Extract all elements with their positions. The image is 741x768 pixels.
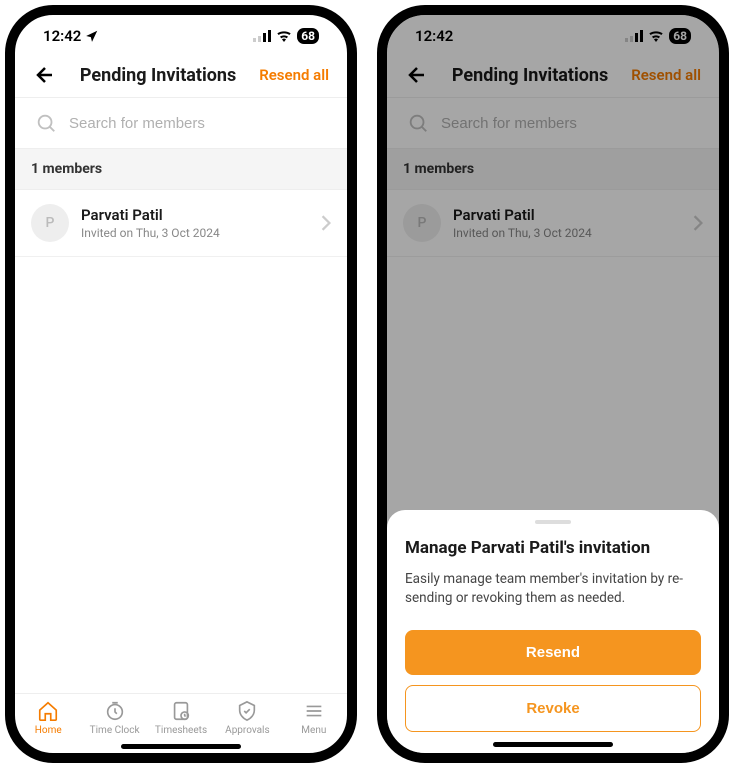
search-row[interactable] xyxy=(387,97,719,149)
clock-icon xyxy=(104,700,126,722)
wifi-icon xyxy=(648,30,664,42)
status-time: 12:42 xyxy=(43,27,81,45)
sheet-description: Easily manage team member's invitation b… xyxy=(405,570,701,608)
tab-menu[interactable]: Menu xyxy=(281,700,347,736)
tab-label: Home xyxy=(35,725,62,736)
member-info: Parvati Patil Invited on Thu, 3 Oct 2024 xyxy=(81,206,309,240)
tab-label: Approvals xyxy=(225,725,269,736)
chevron-right-icon xyxy=(321,215,331,231)
home-indicator[interactable] xyxy=(493,742,613,747)
members-count-label: 1 members xyxy=(387,149,719,190)
sheet-grabber[interactable] xyxy=(535,520,571,524)
resend-button[interactable]: Resend xyxy=(405,630,701,675)
tab-label: Timesheets xyxy=(155,725,207,736)
chevron-right-icon xyxy=(693,215,703,231)
wifi-icon xyxy=(276,30,292,42)
tab-timeclock[interactable]: Time Clock xyxy=(81,700,147,736)
nav-header: Pending Invitations Resend all xyxy=(15,57,347,97)
approvals-icon xyxy=(236,700,258,722)
tab-approvals[interactable]: Approvals xyxy=(214,700,280,736)
tab-home[interactable]: Home xyxy=(15,700,81,736)
battery-icon: 68 xyxy=(669,28,691,44)
member-row[interactable]: P Parvati Patil Invited on Thu, 3 Oct 20… xyxy=(387,190,719,257)
member-name: Parvati Patil xyxy=(453,206,681,224)
member-row[interactable]: P Parvati Patil Invited on Thu, 3 Oct 20… xyxy=(15,190,347,257)
sheet-title: Manage Parvati Patil's invitation xyxy=(405,538,701,558)
search-row[interactable] xyxy=(15,97,347,149)
tab-bar: Home Time Clock Timesheets Approvals Men… xyxy=(15,693,347,738)
member-sub: Invited on Thu, 3 Oct 2024 xyxy=(81,226,309,240)
avatar: P xyxy=(403,204,441,242)
avatar: P xyxy=(31,204,69,242)
resend-all-button[interactable]: Resend all xyxy=(631,66,701,84)
revoke-button[interactable]: Revoke xyxy=(405,685,701,732)
nav-header: Pending Invitations Resend all xyxy=(387,57,719,97)
search-input[interactable] xyxy=(69,115,327,132)
member-sub: Invited on Thu, 3 Oct 2024 xyxy=(453,226,681,240)
home-icon xyxy=(37,700,59,722)
tab-label: Time Clock xyxy=(90,725,140,736)
resend-all-button[interactable]: Resend all xyxy=(259,66,329,84)
status-bar: 12:42 68 xyxy=(15,15,347,57)
status-bar: 12:42 68 xyxy=(387,15,719,57)
location-icon xyxy=(85,29,99,43)
page-title: Pending Invitations xyxy=(80,65,236,86)
signal-icon xyxy=(625,30,643,42)
search-input[interactable] xyxy=(441,115,699,132)
page-title: Pending Invitations xyxy=(452,65,608,86)
search-icon xyxy=(35,112,57,134)
phone-right: 12:42 68 Pending Invitations Resend all … xyxy=(377,5,729,763)
tab-timesheets[interactable]: Timesheets xyxy=(148,700,214,736)
members-count-label: 1 members xyxy=(15,149,347,190)
member-name: Parvati Patil xyxy=(81,206,309,224)
home-indicator[interactable] xyxy=(121,744,241,749)
tab-label: Menu xyxy=(301,725,326,736)
status-time: 12:42 xyxy=(415,27,453,45)
timesheets-icon xyxy=(170,700,192,722)
back-button[interactable] xyxy=(405,63,429,87)
content-area xyxy=(15,257,347,693)
member-info: Parvati Patil Invited on Thu, 3 Oct 2024 xyxy=(453,206,681,240)
search-icon xyxy=(407,112,429,134)
back-button[interactable] xyxy=(33,63,57,87)
signal-icon xyxy=(253,30,271,42)
menu-icon xyxy=(303,700,325,722)
battery-icon: 68 xyxy=(297,28,319,44)
phone-left: 12:42 68 Pending Invitations Resend all … xyxy=(5,5,357,763)
action-sheet: Manage Parvati Patil's invitation Easily… xyxy=(387,510,719,753)
